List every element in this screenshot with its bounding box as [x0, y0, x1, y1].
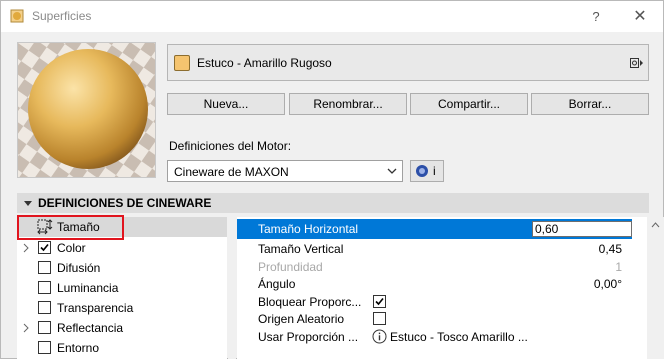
- property-value: 1: [615, 260, 622, 274]
- channel-checkbox[interactable]: [38, 341, 51, 354]
- share-button[interactable]: Compartir...: [410, 93, 528, 115]
- preview-sphere-image: [18, 43, 155, 177]
- proportion-source-material[interactable]: Estuco - Tosco Amarillo ...: [390, 330, 528, 344]
- cineware-logo-icon: [416, 165, 428, 177]
- property-name: Origen Aleatorio: [258, 312, 345, 326]
- horizontal-size-input[interactable]: 0,60: [532, 221, 632, 237]
- channel-item-transparency[interactable]: Transparencia: [17, 298, 227, 318]
- property-name: Bloquear Proporc...: [258, 295, 362, 309]
- channel-checkbox[interactable]: [38, 321, 51, 334]
- random-origin-checkbox[interactable]: [373, 312, 386, 325]
- channel-label: Transparencia: [57, 301, 134, 315]
- vertical-scrollbar[interactable]: [647, 217, 664, 359]
- channel-label: Luminancia: [57, 281, 119, 295]
- channel-item-luminance[interactable]: Luminancia: [17, 278, 227, 298]
- info-circle-icon[interactable]: [372, 329, 387, 344]
- property-row-angle[interactable]: Ángulo 0,00°: [237, 274, 632, 294]
- channel-item-diffusion[interactable]: Difusión: [17, 258, 227, 278]
- property-name: Ángulo: [258, 277, 296, 291]
- material-picker-icon[interactable]: [630, 56, 644, 70]
- channel-item-reflectance[interactable]: Reflectancia: [17, 318, 227, 338]
- channel-item-color[interactable]: Color: [17, 238, 227, 258]
- property-name: Profundidad: [258, 260, 323, 274]
- delete-button[interactable]: Borrar...: [531, 93, 649, 115]
- scroll-up-arrow-icon[interactable]: [651, 222, 660, 228]
- material-preview: [17, 42, 156, 178]
- property-grid: Tamaño Horizontal 0,60 Tamaño Vertical 0…: [237, 217, 647, 359]
- highlight-annotation-box: [17, 215, 124, 240]
- surfaces-app-icon: [10, 9, 24, 23]
- property-row-horizontal-size[interactable]: Tamaño Horizontal 0,60: [237, 219, 632, 239]
- channel-item-environment[interactable]: Entorno: [17, 338, 227, 358]
- new-button[interactable]: Nueva...: [167, 93, 285, 115]
- channel-label: Difusión: [57, 261, 101, 275]
- window-title: Superficies: [32, 9, 92, 23]
- info-label: i: [433, 164, 436, 178]
- expand-arrow-icon[interactable]: [22, 243, 30, 253]
- channel-label: Reflectancia: [57, 321, 124, 335]
- expand-arrow-icon[interactable]: [22, 323, 30, 333]
- property-row-use-proportion[interactable]: Usar Proporción ... Estuco - Tosco Amari…: [237, 327, 632, 347]
- lock-proportion-checkbox[interactable]: [373, 295, 386, 308]
- property-value[interactable]: 0,45: [599, 242, 622, 256]
- channel-checkbox[interactable]: [38, 241, 51, 254]
- help-button[interactable]: ?: [586, 7, 606, 27]
- channel-checkbox[interactable]: [38, 281, 51, 294]
- property-name: Usar Proporción ...: [258, 330, 359, 344]
- property-name: Tamaño Vertical: [258, 242, 344, 256]
- channel-checkbox[interactable]: [38, 261, 51, 274]
- property-row-random-origin[interactable]: Origen Aleatorio: [237, 309, 632, 329]
- property-value[interactable]: 0,00°: [594, 277, 622, 291]
- checkmark-icon: [40, 243, 49, 252]
- engine-dropdown[interactable]: Cineware de MAXON: [167, 160, 403, 182]
- engine-selected-value: Cineware de MAXON: [174, 165, 289, 179]
- material-name: Estuco - Amarillo Rugoso: [197, 56, 332, 70]
- collapse-triangle-icon: [24, 201, 32, 206]
- cineware-section-header[interactable]: DEFINICIONES DE CINEWARE: [17, 193, 649, 213]
- channel-label: Entorno: [57, 341, 100, 355]
- close-button[interactable]: ✕: [629, 7, 651, 27]
- title-bar: Superficies ? ✕: [1, 1, 663, 32]
- material-selector[interactable]: Estuco - Amarillo Rugoso: [167, 44, 649, 81]
- property-row-vertical-size[interactable]: Tamaño Vertical 0,45: [237, 239, 632, 259]
- rename-button[interactable]: Renombrar...: [289, 93, 407, 115]
- section-title: DEFINICIONES DE CINEWARE: [38, 196, 212, 210]
- material-color-swatch: [174, 55, 190, 71]
- engine-info-button[interactable]: i: [410, 160, 444, 182]
- engine-settings-label: Definiciones del Motor:: [169, 139, 292, 153]
- surfaces-dialog: Superficies ? ✕ Estuco - Amarillo Rugoso…: [0, 0, 664, 359]
- chevron-down-icon: [387, 168, 397, 174]
- checkmark-icon: [375, 297, 384, 306]
- property-name: Tamaño Horizontal: [258, 222, 359, 236]
- channel-label: Color: [57, 241, 86, 255]
- channel-checkbox[interactable]: [38, 301, 51, 314]
- panel-splitter[interactable]: [228, 217, 236, 359]
